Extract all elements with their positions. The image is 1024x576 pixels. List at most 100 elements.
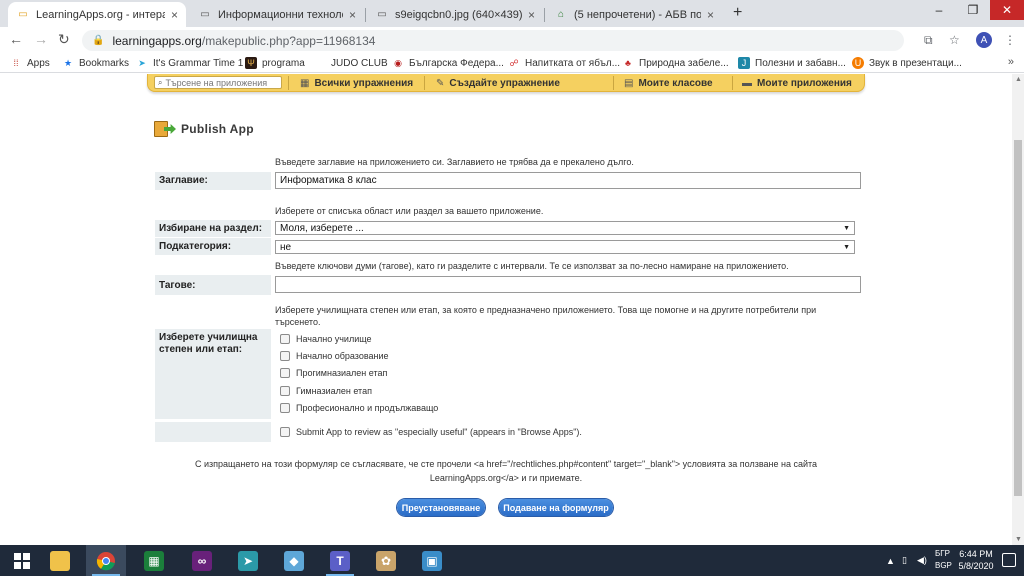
close-icon[interactable]: × xyxy=(171,8,178,22)
terms-line: С изпращането на този формуляр се съглас… xyxy=(194,459,818,469)
cancel-button[interactable]: Преустановяване xyxy=(397,499,485,516)
level-option-upper-secondary[interactable]: Гимназиален етап xyxy=(280,385,372,397)
taskbar-calculator[interactable]: ▦ xyxy=(134,545,174,576)
notification-center-icon[interactable] xyxy=(1002,553,1016,567)
language-top: БГР xyxy=(935,549,950,558)
title-hint: Въведете заглавие на приложението си. За… xyxy=(275,157,634,167)
volume-icon[interactable]: ◀) xyxy=(917,545,927,576)
taskbar-photos[interactable]: ▣ xyxy=(412,545,452,576)
bookmark-sound[interactable]: U Звук в презентаци... xyxy=(852,55,962,71)
app-search-input[interactable]: ⌕ Търсене на приложения xyxy=(154,76,282,89)
bookmark-drink[interactable]: ☍ Напитката от ябъл... xyxy=(508,55,620,71)
checkbox[interactable] xyxy=(280,386,290,396)
paint-palette-icon: ✿ xyxy=(376,550,396,571)
level-option-primary-education[interactable]: Начално образование xyxy=(280,350,389,362)
taskbar-clock[interactable]: 6:44 PM 5/8/2020 xyxy=(956,548,996,572)
level-hint: Изберете училищната степен или етап, за … xyxy=(275,305,817,327)
nav-my-classes[interactable]: ▤ Моите класове xyxy=(624,76,713,90)
address-bar[interactable]: 🔒 learningapps.org/makepublic.php?app=11… xyxy=(82,30,904,51)
profile-avatar[interactable]: A xyxy=(976,32,992,48)
bookmark-label: programa xyxy=(262,57,305,69)
bookmark-grammar[interactable]: ➤ It's Grammar Time 1 xyxy=(136,55,243,71)
tags-label: Тагове: xyxy=(155,275,271,295)
bookmark-bookmarks[interactable]: ★ Bookmarks xyxy=(62,55,129,71)
close-icon[interactable]: × xyxy=(349,8,356,22)
teams-icon: T xyxy=(330,550,350,571)
bookmark-programa[interactable]: Ψ programa xyxy=(245,55,305,71)
level-option-label: Гимназиален етап xyxy=(296,386,372,396)
back-button[interactable]: ← xyxy=(9,31,23,47)
tab-image[interactable]: ▭ s9eigqcbn0.jpg (640×439) × xyxy=(367,2,543,27)
browser-tab-strip: ▭ LearningApps.org - интерактив × ▭ Инфо… xyxy=(0,0,1024,27)
tags-input[interactable] xyxy=(275,276,861,293)
level-option-primary-school[interactable]: Начално училище xyxy=(280,333,372,345)
bookmark-label: Природна забеле... xyxy=(639,57,729,69)
scroll-up-icon[interactable]: ▲ xyxy=(1015,76,1022,83)
nature-icon: ♣ xyxy=(625,58,631,68)
bookmark-label: Полезни и забавн... xyxy=(755,57,846,69)
url-path: /makepublic.php?app=11968134 xyxy=(201,33,376,48)
nav-all-exercises[interactable]: ▦ Всички упражнения xyxy=(300,76,413,90)
photos-icon: ▣ xyxy=(422,550,442,571)
terms-note: С изпращането на този формуляр се съглас… xyxy=(160,457,852,485)
level-option-vocational[interactable]: Професионално и продължаващо xyxy=(280,402,438,414)
forward-button[interactable]: → xyxy=(34,31,48,47)
start-button[interactable] xyxy=(0,545,44,576)
visual-studio-icon: ∞ xyxy=(192,550,212,571)
translate-icon[interactable]: ⧉ xyxy=(924,33,933,48)
bookmark-star-icon[interactable]: ☆ xyxy=(949,33,960,47)
taskbar-file-explorer[interactable] xyxy=(40,545,80,576)
checkbox[interactable] xyxy=(280,427,290,437)
taskbar-teams[interactable]: T xyxy=(320,545,360,576)
bookmark-judo[interactable]: JUDO CLUB xyxy=(314,55,388,71)
folder-icon xyxy=(50,550,70,571)
minimize-button[interactable]: – xyxy=(922,0,956,20)
nav-label: Моите приложения xyxy=(757,77,852,89)
window-close-button[interactable]: ✕ xyxy=(990,0,1024,20)
bookmarks-overflow-icon[interactable]: » xyxy=(1008,56,1014,68)
bookmark-nature[interactable]: ♣ Природна забеле... xyxy=(622,55,729,71)
nav-my-apps[interactable]: ▬ Моите приложения xyxy=(742,76,852,90)
bookmark-federation[interactable]: ◉ Българска Федера... xyxy=(392,55,504,71)
submit-button[interactable]: Подаване на формуляр xyxy=(499,499,613,516)
taskbar-chrome[interactable] xyxy=(86,545,126,576)
taskbar-app-arrow[interactable]: ➤ xyxy=(228,545,268,576)
level-option-label: Професионално и продължаващо xyxy=(296,403,439,413)
tray-overflow-icon[interactable]: ▲ xyxy=(886,545,895,576)
checkbox[interactable] xyxy=(280,368,290,378)
tab-abv-mail[interactable]: ⌂ (5 непрочетени) - АБВ поща × xyxy=(546,2,722,27)
new-tab-button[interactable]: + xyxy=(733,4,742,22)
scroll-down-icon[interactable]: ▼ xyxy=(1015,536,1022,543)
page-scrollbar[interactable]: ▲ ▼ xyxy=(1012,74,1024,545)
close-icon[interactable]: × xyxy=(528,8,535,22)
subcategory-select[interactable]: не ▼ xyxy=(275,240,855,254)
review-option[interactable]: Submit App to review as "especially usef… xyxy=(280,426,582,438)
learningapps-nav-bar: ⌕ Търсене на приложения ▦ Всички упражне… xyxy=(147,74,865,92)
checkbox[interactable] xyxy=(280,334,290,344)
tab-learningapps[interactable]: ▭ LearningApps.org - интерактив × xyxy=(8,2,186,27)
bookmark-label: Apps xyxy=(27,57,50,69)
title-input[interactable]: Информатика 8 клас xyxy=(275,172,861,189)
tags-hint: Въведете ключови думи (тагове), като ги … xyxy=(275,261,789,271)
nav-create-exercise[interactable]: ✎ Създайте упражнение xyxy=(436,76,560,90)
menu-kebab-icon[interactable]: ⋮ xyxy=(1004,33,1016,47)
tab-title: LearningApps.org - интерактив xyxy=(36,8,165,21)
calculator-icon: ▦ xyxy=(144,550,164,571)
bookmark-apps[interactable]: ⁞⁞ Apps xyxy=(10,55,50,71)
reload-button[interactable]: ↻ xyxy=(58,31,70,48)
taskbar-visual-studio[interactable]: ∞ xyxy=(182,545,222,576)
language-indicator[interactable]: БГР BGP xyxy=(935,548,952,572)
section-select[interactable]: Моля, изберете ... ▼ xyxy=(275,221,855,235)
taskbar-paint[interactable]: ✿ xyxy=(366,545,406,576)
checkbox[interactable] xyxy=(280,351,290,361)
bookmark-useful[interactable]: J Полезни и забавн... xyxy=(738,55,846,71)
network-icon[interactable]: ▯ xyxy=(902,545,907,576)
level-option-lower-secondary[interactable]: Прогимназиален етап xyxy=(280,367,387,379)
close-icon[interactable]: × xyxy=(707,8,714,22)
scrollbar-thumb[interactable] xyxy=(1014,140,1022,496)
checkbox[interactable] xyxy=(280,403,290,413)
star-icon: ★ xyxy=(63,57,73,68)
taskbar-3d-app[interactable]: ◆ xyxy=(274,545,314,576)
tab-informatsionni[interactable]: ▭ Информационни технологии 7 к × xyxy=(190,2,364,27)
restore-button[interactable]: ❐ xyxy=(956,0,990,20)
